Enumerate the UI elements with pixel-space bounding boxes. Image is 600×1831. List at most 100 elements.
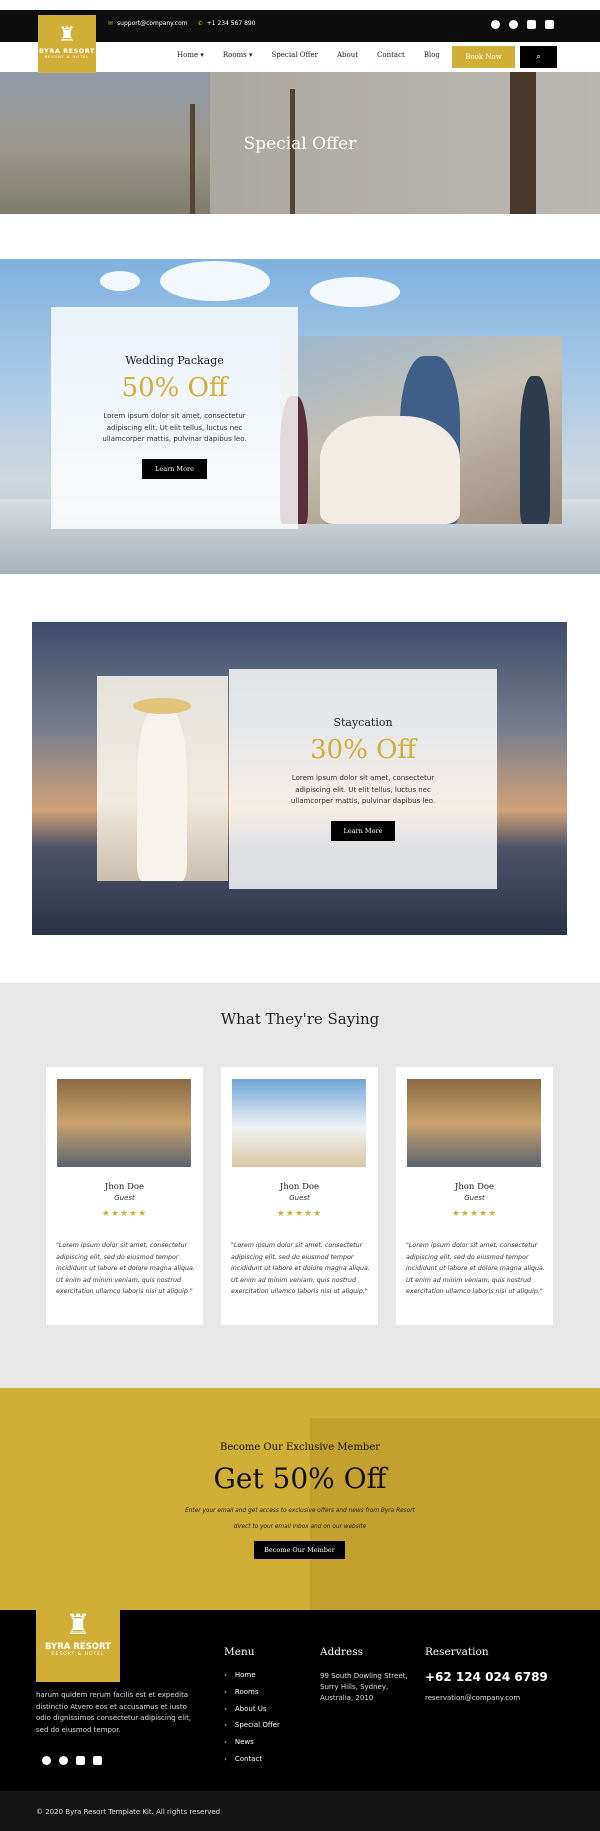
site-logo[interactable]: ♜ BYRA RESORT RESORT & HOTEL (38, 15, 96, 73)
offer-description: Lorem ipsum dolor sit amet, consectetur … (290, 774, 436, 805)
footer-social (42, 1756, 102, 1765)
member-kicker: Become Our Exclusive Member (219, 1442, 381, 1453)
reviewer-role: Guest (464, 1194, 485, 1202)
member-headline: Get 50% Off (213, 1462, 387, 1495)
footer-link-about-us[interactable]: About Us (224, 1705, 280, 1722)
reviewer-name: Jhon Doe (279, 1182, 320, 1192)
address-heading: Address (320, 1646, 364, 1658)
mail-icon: ✉ (108, 20, 114, 27)
page-title: Special Offer (243, 134, 357, 154)
nav-item-rooms[interactable]: Rooms ▾ (223, 51, 253, 59)
guest-figure (520, 376, 550, 524)
menu-heading: Menu (224, 1646, 255, 1658)
nav-item-contact[interactable]: Contact (377, 51, 405, 59)
phone-text: +1 234 567 890 (206, 20, 256, 27)
testimonial-card: Jhon Doe Guest ★★★★★ "Lorem ipsum dolor … (396, 1067, 553, 1325)
staycation-offer-section: Staycation 30% Off Lorem ipsum dolor sit… (32, 622, 567, 935)
contact-info: ✉ support@company.com ✆ +1 234 567 890 (108, 20, 256, 27)
logo-mark-icon: ♜ (65, 1608, 91, 1641)
book-now-button[interactable]: Book Now (452, 46, 515, 68)
footer-logo[interactable]: ♜ BYRA RESORT RESORT & HOTEL (36, 1598, 120, 1682)
footer-about: harum quidem rerum facilis est et expedi… (36, 1691, 192, 1734)
copyright-text: © 2020 Byra Resort Template Kit. All rig… (36, 1808, 221, 1816)
testimonial-quote: "Lorem ipsum dolor sit amet, consectetur… (56, 1242, 195, 1295)
logo-name: BYRA RESORT (39, 47, 95, 55)
become-member-button[interactable]: Become Our Member (254, 1541, 345, 1559)
rating-stars: ★★★★★ (451, 1209, 498, 1219)
reservation-heading: Reservation (425, 1646, 489, 1658)
reviewer-role: Guest (289, 1194, 310, 1202)
top-social (491, 20, 554, 29)
footer-menu: Home Rooms About Us Special Offer News C… (224, 1671, 280, 1772)
learn-more-button[interactable]: Learn More (142, 458, 207, 479)
nav-menu: Home ▾ Rooms ▾ Special Offer About Conta… (177, 51, 440, 59)
hero-banner: Special Offer (0, 72, 600, 214)
avatar (407, 1079, 541, 1167)
offer-description: Lorem ipsum dolor sit amet, consectetur … (102, 412, 247, 443)
rating-stars: ★★★★★ (276, 1209, 323, 1219)
footer-link-home[interactable]: Home (224, 1671, 280, 1688)
reservation-phone[interactable]: +62 124 024 6789 (425, 1670, 548, 1684)
learn-more-button[interactable]: Learn More (330, 820, 396, 841)
cloud-image (100, 271, 140, 291)
nav-item-home[interactable]: Home ▾ (177, 51, 204, 59)
cloud-image (310, 277, 400, 307)
footer-link-news[interactable]: News (224, 1738, 280, 1755)
instagram-icon[interactable] (76, 1756, 85, 1765)
logo-subtitle: RESORT & HOTEL (51, 1652, 105, 1657)
offer-card: Staycation 30% Off Lorem ipsum dolor sit… (229, 669, 497, 889)
nav-item-about[interactable]: About (337, 51, 358, 59)
offer-discount: 50% Off (121, 373, 228, 403)
offer-card: Wedding Package 50% Off Lorem ipsum dolo… (51, 307, 298, 529)
logo-name: BYRA RESORT (45, 1642, 111, 1652)
footer-link-rooms[interactable]: Rooms (224, 1688, 280, 1705)
logo-subtitle: RESORT & HOTEL (44, 55, 90, 59)
testimonials-section: What They're Saying Jhon Doe Guest ★★★★★… (0, 983, 600, 1388)
footer-link-contact[interactable]: Contact (224, 1755, 280, 1772)
facebook-icon[interactable] (491, 20, 500, 29)
wedding-offer-section: Wedding Package 50% Off Lorem ipsum dolo… (0, 259, 600, 574)
sun-hat-image (133, 698, 191, 714)
reviewer-name: Jhon Doe (454, 1182, 495, 1192)
testimonial-card: Jhon Doe Guest ★★★★★ "Lorem ipsum dolor … (221, 1067, 378, 1325)
nav-item-special-offer[interactable]: Special Offer (272, 51, 318, 59)
youtube-icon[interactable] (93, 1756, 102, 1765)
phone-icon: ✆ (197, 20, 203, 27)
youtube-icon[interactable] (545, 20, 554, 29)
bride-dress-figure (320, 416, 460, 524)
testimonial-quote: "Lorem ipsum dolor sit amet, consectetur… (231, 1242, 370, 1295)
section-title: What They're Saying (220, 1010, 380, 1028)
reviewer-name: Jhon Doe (104, 1182, 145, 1192)
twitter-icon[interactable] (509, 20, 518, 29)
avatar (232, 1079, 366, 1167)
email-info[interactable]: ✉ support@company.com (108, 20, 188, 27)
phone-info[interactable]: ✆ +1 234 567 890 (198, 20, 256, 27)
avatar (57, 1079, 191, 1167)
wedding-photo (280, 336, 562, 524)
footer: ♜ BYRA RESORT RESORT & HOTEL harum quide… (0, 1598, 600, 1791)
twitter-icon[interactable] (59, 1756, 68, 1765)
reservation-email[interactable]: reservation@company.com (425, 1694, 520, 1702)
testimonial-quote: "Lorem ipsum dolor sit amet, consectetur… (406, 1242, 545, 1295)
woman-figure (137, 706, 187, 881)
nav-item-blog[interactable]: Blog (424, 51, 440, 59)
email-text: support@company.com (117, 20, 188, 27)
facebook-icon[interactable] (42, 1756, 51, 1765)
member-description: Enter your email and get access to exclu… (185, 1508, 415, 1530)
offer-title: Staycation (333, 716, 393, 729)
offer-title: Wedding Package (125, 354, 224, 367)
staycation-photo (97, 676, 228, 881)
footer-link-special-offer[interactable]: Special Offer (224, 1721, 280, 1738)
offer-discount: 30% Off (310, 735, 416, 765)
search-icon: ⌕ (535, 52, 542, 62)
reviewer-role: Guest (114, 1194, 135, 1202)
copyright-bar: © 2020 Byra Resort Template Kit. All rig… (0, 1791, 600, 1831)
address-text: 99 South Dowling Street, Surry Hills, Sy… (320, 1672, 408, 1702)
search-button[interactable]: ⌕ (520, 46, 557, 68)
rating-stars: ★★★★★ (101, 1209, 148, 1219)
logo-mark-icon: ♜ (58, 22, 76, 46)
testimonial-card: Jhon Doe Guest ★★★★★ "Lorem ipsum dolor … (46, 1067, 203, 1325)
instagram-icon[interactable] (527, 20, 536, 29)
membership-section: Become Our Exclusive Member Get 50% Off … (0, 1388, 600, 1610)
cloud-image (160, 261, 270, 301)
